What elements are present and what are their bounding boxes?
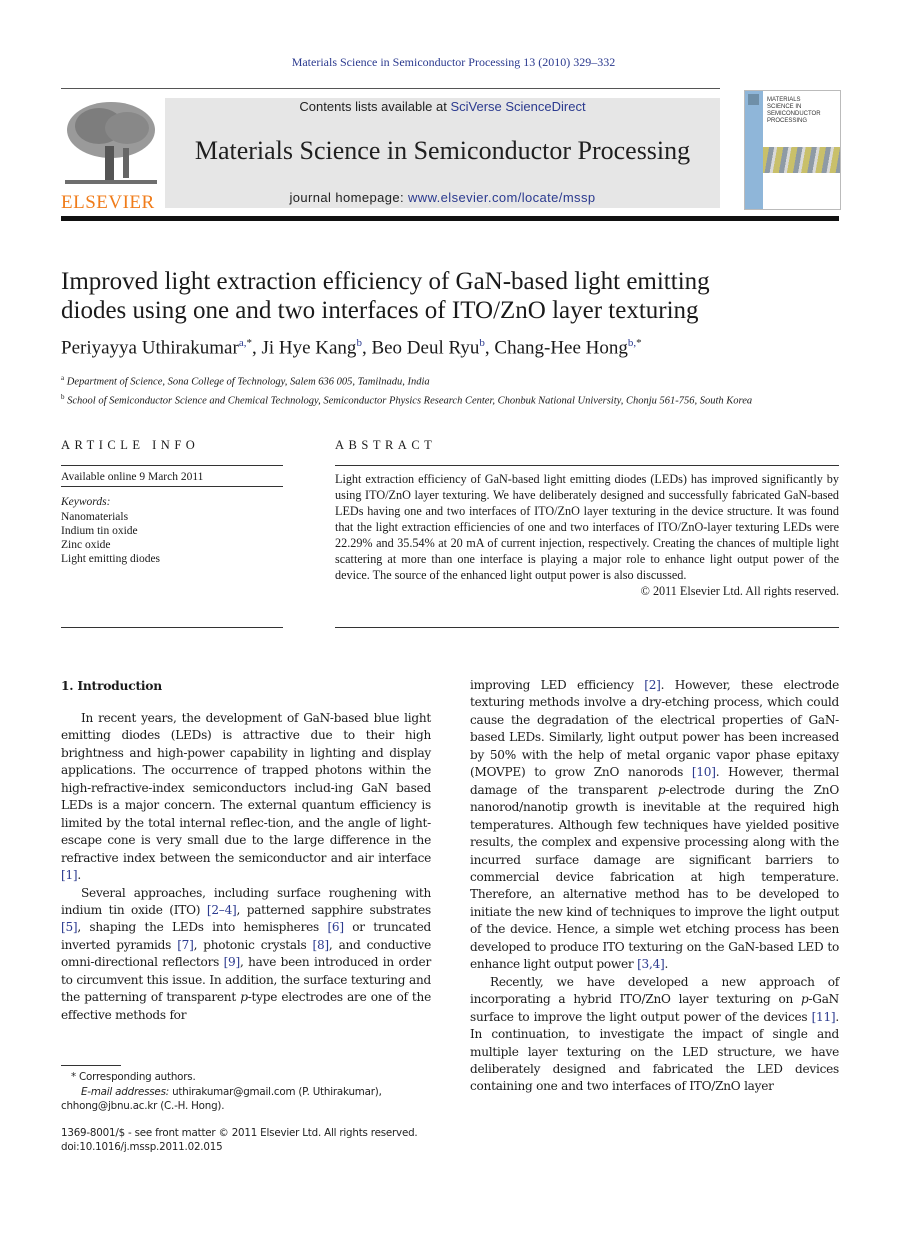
author-affiliation-mark[interactable]: a,* <box>239 337 252 349</box>
reference-link[interactable]: [2] <box>644 678 661 692</box>
abstract-top-rule <box>335 465 839 466</box>
body-paragraph: improving LED efficiency [2]. However, t… <box>470 677 839 974</box>
contents-line: Contents lists available at SciVerse Sci… <box>165 99 720 114</box>
journal-cover-thumbnail[interactable]: MATERIALS SCIENCE IN SEMICONDUCTOR PROCE… <box>744 90 841 210</box>
text-run: , shaping the LEDs into hemispheres <box>77 920 328 935</box>
corresponding-note: * Corresponding authors. <box>71 1071 196 1083</box>
article-title-line: diodes using one and two interfaces of I… <box>61 297 699 324</box>
article-info-top-rule <box>61 465 283 466</box>
elsevier-logo[interactable]: ELSEVIER <box>61 98 161 213</box>
contents-prefix: Contents lists available at <box>299 99 451 114</box>
homepage-line: journal homepage: www.elsevier.com/locat… <box>165 190 720 205</box>
cover-title: MATERIALS SCIENCE IN SEMICONDUCTOR PROCE… <box>767 97 821 125</box>
abstract-bottom-rule <box>335 627 839 628</box>
email-label: E-mail addresses: <box>81 1085 170 1098</box>
cover-title-line: SCIENCE IN <box>767 104 802 110</box>
article-info-bottom-rule <box>61 627 283 628</box>
body-paragraph: Recently, we have developed a new approa… <box>470 974 839 1096</box>
reference-link[interactable]: [5] <box>61 920 78 934</box>
email-note: E-mail addresses: uthirakumar@gmail.com … <box>61 1085 441 1100</box>
cover-side-strip <box>745 91 763 209</box>
footnotes: * Corresponding authors. E-mail addresse… <box>61 1065 441 1155</box>
body-column-right: improving LED efficiency [2]. However, t… <box>470 677 839 1096</box>
doi-line[interactable]: doi:10.1016/j.mssp.2011.02.015 <box>61 1140 441 1155</box>
footnote-rule <box>61 1065 121 1066</box>
cover-title-line: MATERIALS <box>767 97 801 103</box>
issn-line: 1369-8001/$ - see front matter © 2011 El… <box>61 1126 418 1139</box>
reference-link[interactable]: [1] <box>61 868 78 882</box>
keyword-item: Zinc oxide <box>61 539 111 552</box>
elsevier-wordmark: ELSEVIER <box>61 192 155 213</box>
homepage-prefix: journal homepage: <box>289 190 408 205</box>
keyword-item: Indium tin oxide <box>61 524 138 537</box>
affiliation-text: Department of Science, Sona College of T… <box>66 376 430 388</box>
text-run: -electrode during the ZnO nanorod/nanoti… <box>470 782 839 972</box>
email-2[interactable]: chhong@jbnu.ac.kr (C.-H. Hong). <box>61 1099 441 1114</box>
author-affiliation-mark[interactable]: b,* <box>628 337 642 349</box>
section-heading: 1. Introduction <box>61 678 162 693</box>
author-name: Beo Deul Ryu <box>371 337 480 359</box>
reference-link[interactable]: [10] <box>692 765 716 779</box>
author-name: Periyayya Uthirakumar <box>61 337 239 359</box>
masthead-bottom-rule <box>61 216 839 221</box>
body-column-left: 1. Introduction In recent years, the dev… <box>61 677 431 1024</box>
journal-name: Materials Science in Semiconductor Proce… <box>194 136 691 165</box>
reference-link[interactable]: [11] <box>812 1010 836 1024</box>
abstract-body: Light extraction efficiency of GaN-based… <box>335 472 839 582</box>
cover-title-line: PROCESSING <box>767 118 808 124</box>
reference-link[interactable]: [6] <box>327 920 344 934</box>
masthead-banner: Contents lists available at SciVerse Sci… <box>165 98 720 208</box>
text-run: Recently, we have developed a new approa… <box>470 974 839 1007</box>
keyword-item: Nanomaterials <box>61 510 129 523</box>
masthead-top-rule <box>61 88 720 89</box>
body-paragraph: In recent years, the development of GaN-… <box>61 710 431 885</box>
article-info: Available online 9 March 2011 Keywords: … <box>61 470 283 567</box>
text-run: . <box>77 868 81 883</box>
reference-link[interactable]: [2–4] <box>207 903 237 917</box>
available-online: Available online 9 March 2011 <box>61 470 283 488</box>
author-separator: , <box>484 337 495 359</box>
affiliation-item: a Department of Science, Sona College of… <box>61 371 851 390</box>
sciencedirect-link[interactable]: SciVerse ScienceDirect <box>450 99 585 114</box>
cover-image <box>763 147 840 173</box>
text-run: , photonic crystals <box>193 937 313 952</box>
keywords-label: Keywords: <box>61 496 111 509</box>
text-run: improving LED efficiency <box>470 678 645 692</box>
journal-masthead: ELSEVIER Contents lists available at Sci… <box>61 88 841 221</box>
article-info-heading: ARTICLE INFO <box>61 438 200 452</box>
keyword-item: Light emitting diodes <box>61 553 161 566</box>
text-run: , patterned sapphire substrates <box>236 902 432 917</box>
left-paragraphs: In recent years, the development of GaN-… <box>61 710 431 1024</box>
cover-title-line: SEMICONDUCTOR <box>767 111 821 117</box>
email-1[interactable]: uthirakumar@gmail.com (P. Uthirakumar), <box>169 1086 382 1098</box>
article-title-line: Improved light extraction efficiency of … <box>61 268 710 295</box>
affiliations: a Department of Science, Sona College of… <box>61 371 851 408</box>
running-head[interactable]: Materials Science in Semiconductor Proce… <box>0 55 907 70</box>
body-paragraph: Several approaches, including surface ro… <box>61 885 431 1025</box>
author-name: Ji Hye Kang <box>261 337 357 359</box>
homepage-link[interactable]: www.elsevier.com/locate/mssp <box>408 190 595 205</box>
right-paragraphs: improving LED efficiency [2]. However, t… <box>470 677 839 1096</box>
reference-link[interactable]: [9] <box>224 955 241 969</box>
text-run: . <box>664 957 669 972</box>
affiliation-text: School of Semiconductor Science and Chem… <box>67 395 753 406</box>
abstract-copyright: © 2011 Elsevier Ltd. All rights reserved… <box>640 584 839 598</box>
reference-link[interactable]: [8] <box>313 938 330 952</box>
article-title: Improved light extraction efficiency of … <box>61 267 821 325</box>
cover-logo-icon <box>748 94 759 105</box>
reference-link[interactable]: [7] <box>177 938 194 952</box>
affiliation-mark: b <box>61 392 65 401</box>
text-run: In recent years, the development of GaN-… <box>61 711 431 865</box>
author-list: Periyayya Uthirakumara,*, Ji Hye Kangb, … <box>61 337 642 359</box>
author-separator: , <box>361 337 372 359</box>
reference-link[interactable]: [3,4] <box>637 957 665 971</box>
affiliation-mark: a <box>61 374 65 382</box>
italic-text: p <box>240 990 248 1005</box>
abstract-heading: ABSTRACT <box>335 438 437 452</box>
elsevier-tree-icon <box>61 98 161 190</box>
affiliation-item: b School of Semiconductor Science and Ch… <box>61 390 851 409</box>
author-name: Chang-Hee Hong <box>494 337 628 359</box>
abstract: Light extraction efficiency of GaN-based… <box>335 471 839 599</box>
